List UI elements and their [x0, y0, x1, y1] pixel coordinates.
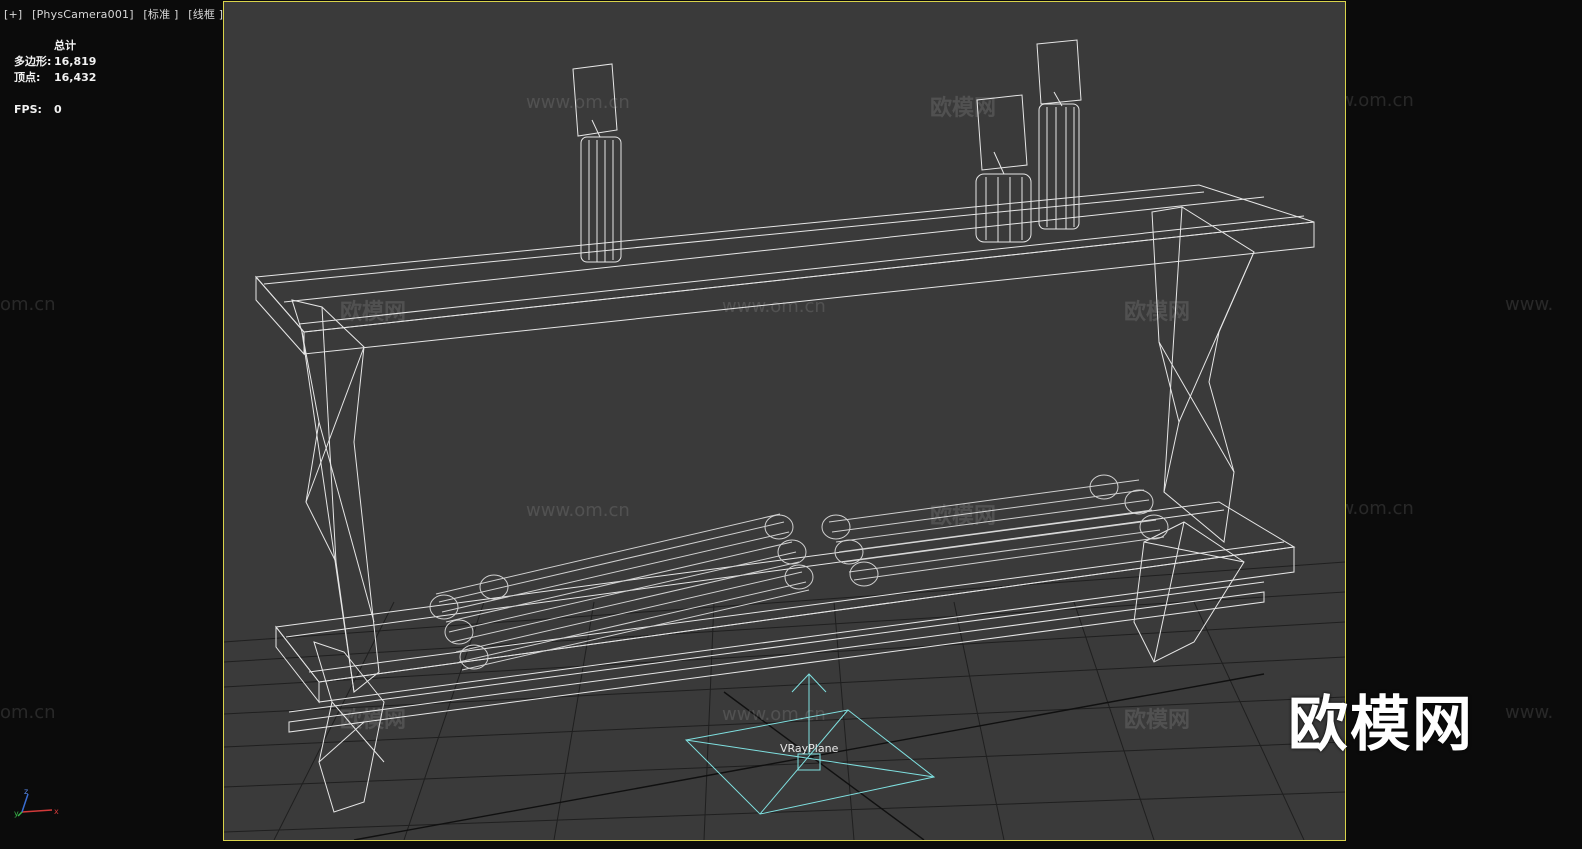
watermark-url: www.om.cn [722, 704, 826, 725]
watermark-url: www.om.cn [722, 296, 826, 317]
viewport-menu-button[interactable]: [+] [4, 8, 22, 21]
vertex-value: 16,432 [54, 71, 97, 84]
polygon-count: 多边形: 16,819 [14, 54, 96, 70]
camera-viewport[interactable]: VRayPlane 欧模网 www.om.cn 欧模网 欧模网 www.om.c… [223, 1, 1346, 841]
brand-watermark: 欧模网 [1288, 690, 1474, 760]
watermark-url: om.cn [0, 294, 56, 315]
watermark-url: www. [1505, 294, 1554, 315]
stats-title: 总计 [54, 39, 76, 52]
shelf-wireframe [254, 39, 1315, 813]
rolled-bundle-right [821, 474, 1169, 587]
watermark-url: www.om.cn [526, 92, 630, 113]
watermark-text: 欧模网 [340, 300, 407, 325]
polygon-label: 多边形: [14, 55, 52, 68]
rolled-bundle-left [429, 513, 814, 671]
fps-value: 0 [54, 103, 62, 116]
polygon-value: 16,819 [54, 55, 97, 68]
watermark-text: 欧模网 [1124, 708, 1191, 733]
axis-z-label: z [24, 787, 28, 796]
watermark-text: 欧模网 [1124, 300, 1191, 325]
shading-menu[interactable]: [标准 ] [143, 8, 178, 21]
watermark-text: 欧模网 [340, 708, 407, 733]
watermark-url: www.om.cn [526, 500, 630, 521]
vertex-label: 顶点: [14, 71, 41, 84]
watermark-url: www. [1505, 702, 1554, 723]
fps-counter: FPS: 0 [14, 102, 96, 118]
axis-x-label: x [54, 807, 59, 816]
object-label: VRayPlane [780, 742, 839, 755]
viewport-label[interactable]: [+] [PhysCamera001] [标准 ] [线框 ] [4, 6, 229, 22]
scene-statistics: 总计 多边形: 16,819 顶点: 16,432 FPS: 0 [14, 38, 96, 118]
axis-tripod-icon: x z y [14, 787, 59, 818]
watermark-url: om.cn [0, 702, 56, 723]
axis-y-label: y [14, 809, 19, 818]
display-mode-menu[interactable]: [线框 ] [188, 8, 223, 21]
camera-menu[interactable]: [PhysCamera001] [32, 8, 134, 21]
watermark-text: 欧模网 [930, 96, 997, 121]
fps-label: FPS: [14, 103, 42, 116]
vertex-count: 顶点: 16,432 [14, 70, 96, 86]
watermark-text: 欧模网 [930, 504, 997, 529]
